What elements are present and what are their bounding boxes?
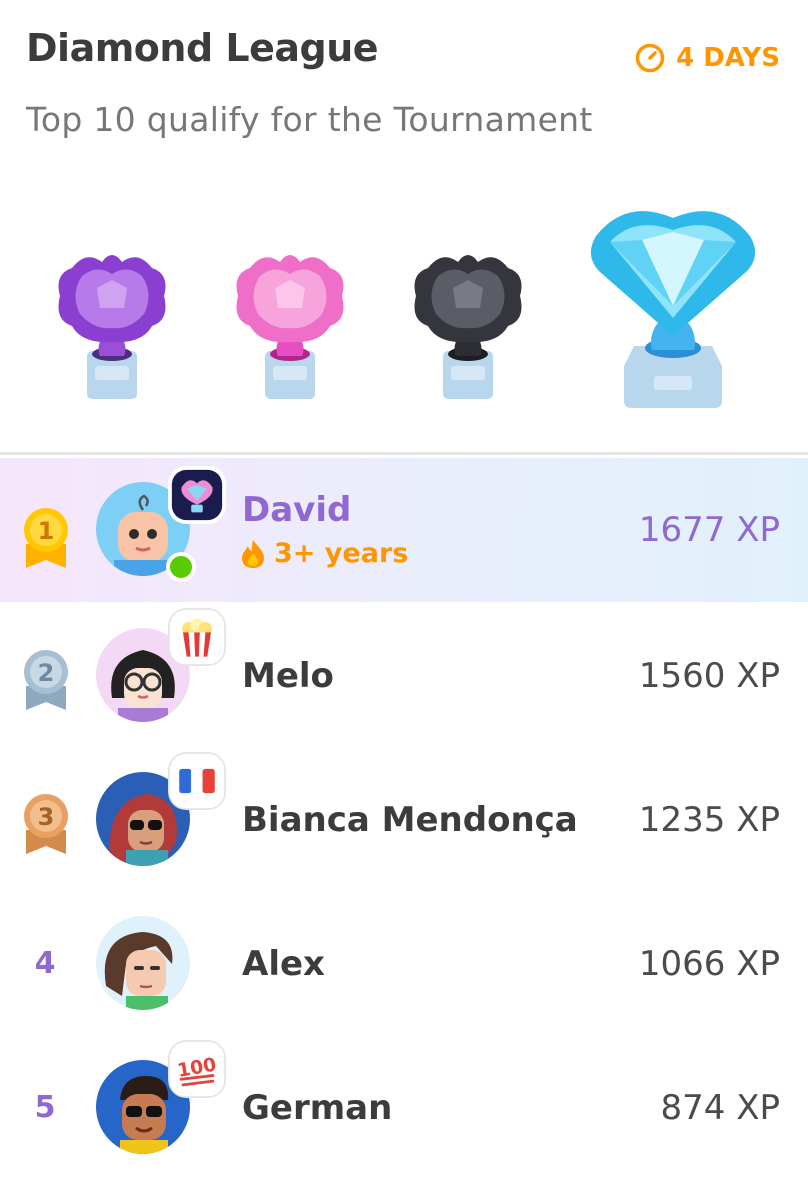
rank-number: 3 [38,803,55,831]
rank-number: 2 [38,659,55,687]
bronze-medal-icon: 3 [24,794,68,854]
xp-value: 874 XP [660,1088,781,1128]
pearl-trophy-icon[interactable] [230,248,350,403]
leaderboard-row[interactable]: 4 Alex 1066 XP [0,892,808,1036]
divider [0,452,808,455]
gold-medal-icon: 1 [24,508,68,568]
online-indicator [166,552,196,582]
leaderboard-row-current-user[interactable]: 1 David 3+ years 1677 XP [0,458,808,602]
leaderboard-row[interactable]: 5 100 German 874 XP [0,1036,808,1180]
time-remaining-label: 4 DAYS [676,43,780,73]
avatar[interactable] [96,916,190,1010]
leaderboard-row[interactable]: 3 Bianca Mendonça 1235 XP [0,748,808,892]
leaderboard-row[interactable]: 2 Melo 1560 XP [0,604,808,748]
league-badge-icon [168,466,226,524]
user-name[interactable]: David [242,490,351,530]
xp-value: 1066 XP [638,944,780,984]
timer-icon [635,43,665,73]
streak-label: 3+ years [274,538,409,569]
page-title: Diamond League [26,26,379,70]
silver-medal-icon: 2 [24,650,68,710]
xp-value: 1677 XP [638,510,780,550]
flame-icon [242,539,264,568]
user-name[interactable]: Melo [242,656,334,696]
popcorn-icon [168,608,226,666]
xp-value: 1235 XP [638,800,780,840]
diamond-trophy-icon[interactable] [586,196,760,412]
user-name[interactable]: German [242,1088,392,1128]
rank-number: 5 [34,1090,56,1125]
amethyst-trophy-icon[interactable] [52,248,172,403]
time-remaining: 4 DAYS [634,42,780,74]
curly-hair-avatar-icon [104,932,173,1010]
rank-number: 1 [38,517,55,545]
obsidian-trophy-icon[interactable] [408,248,528,403]
rank-number: 4 [34,946,56,981]
user-name[interactable]: Alex [242,944,325,984]
xp-value: 1560 XP [638,656,780,696]
hundred-points-icon: 100 [168,1040,226,1098]
streak: 3+ years [240,538,408,569]
league-subtitle: Top 10 qualify for the Tournament [26,100,593,139]
user-name[interactable]: Bianca Mendonça [242,800,578,840]
france-flag-icon [168,752,226,810]
